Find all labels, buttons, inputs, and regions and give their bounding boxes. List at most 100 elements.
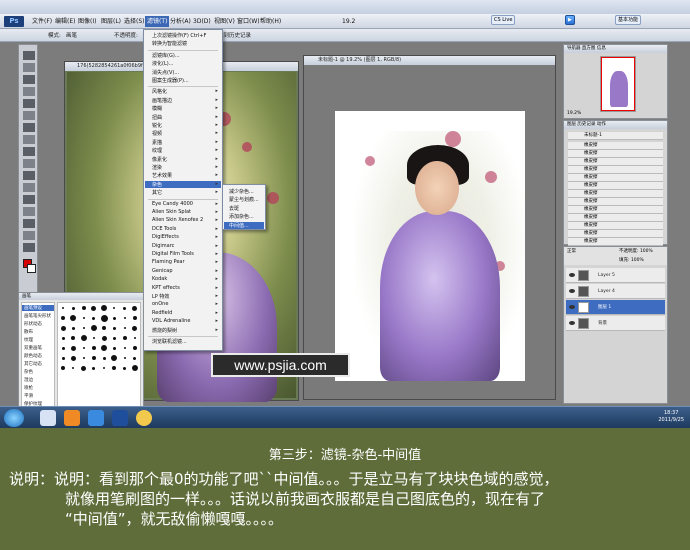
brush-preset-option[interactable]: 湿边 xyxy=(24,377,33,383)
browser-icon[interactable] xyxy=(88,410,104,426)
brush-tip-swatch[interactable] xyxy=(123,366,127,370)
brush-tip-swatch[interactable] xyxy=(123,317,126,319)
filter-menu-item[interactable]: 模糊 xyxy=(152,105,162,112)
filter-menu-item[interactable]: 转换为智能滤镜 xyxy=(152,40,187,47)
brush-tip-swatch[interactable] xyxy=(123,347,126,349)
history-state[interactable]: 橡皮擦 xyxy=(568,150,663,158)
eye-icon[interactable] xyxy=(569,305,575,309)
system-clock[interactable]: 18:37 2011/9/25 xyxy=(658,410,684,424)
brush-tip-swatch[interactable] xyxy=(113,307,116,309)
canvas[interactable] xyxy=(335,111,525,381)
brush-tool-icon[interactable] xyxy=(23,135,35,144)
brush-tip-swatch[interactable] xyxy=(132,305,138,311)
messenger-icon[interactable] xyxy=(136,410,152,426)
brush-preset-option[interactable]: 颜色动态 xyxy=(24,353,42,359)
filter-menu-item[interactable]: Redfield xyxy=(152,310,172,316)
history-state[interactable]: 橡皮擦 xyxy=(568,230,663,238)
brush-tip-swatch[interactable] xyxy=(123,357,126,359)
noise-submenu-item[interactable]: 去斑 xyxy=(229,205,239,212)
brush-tip-swatch[interactable] xyxy=(133,356,137,360)
brush-tip-swatch[interactable] xyxy=(102,326,107,330)
filter-menu-item[interactable]: 风格化 xyxy=(152,88,167,95)
brush-tip-swatch[interactable] xyxy=(82,357,85,359)
photoshop-taskbar-icon[interactable] xyxy=(112,410,128,426)
filter-menu-item[interactable]: Eye Candy 4000 xyxy=(152,201,193,207)
filter-menu-item[interactable]: Digimarc xyxy=(152,243,174,249)
history-state[interactable]: 橡皮擦 xyxy=(568,182,663,190)
eyedropper-tool-icon[interactable] xyxy=(23,111,35,120)
filter-menu-item[interactable]: KPT effects xyxy=(152,285,180,291)
view-box[interactable] xyxy=(601,57,635,111)
brush-preset-option[interactable]: 散布 xyxy=(24,329,33,335)
history-state[interactable]: 橡皮擦 xyxy=(568,190,663,198)
filter-menu-item[interactable]: DigiEffects xyxy=(152,234,179,240)
filter-menu-item[interactable]: Genicap xyxy=(152,268,173,274)
noise-submenu-item[interactable]: 减少杂色... xyxy=(229,188,254,195)
brush-tip-swatch[interactable] xyxy=(133,337,136,339)
brush-tip-swatch[interactable] xyxy=(61,336,65,340)
brush-tip-swatch[interactable] xyxy=(82,317,85,319)
stamp-tool-icon[interactable] xyxy=(23,147,35,156)
brush-tip-swatch[interactable] xyxy=(61,316,66,320)
menu-3d[interactable]: 3D(D) xyxy=(191,16,213,27)
brush-tip-swatch[interactable] xyxy=(103,367,106,369)
layer-fill[interactable]: 填充: 100% xyxy=(619,256,644,265)
brush-tip-swatch[interactable] xyxy=(102,356,106,360)
filter-menu-item[interactable]: 纹理 xyxy=(152,147,162,154)
menu-analysis[interactable]: 分析(A) xyxy=(168,16,193,27)
menu-view[interactable]: 视图(V) xyxy=(212,16,237,27)
brush-tip-swatch[interactable] xyxy=(81,365,87,371)
filter-menu-item[interactable]: 画笔描边 xyxy=(152,97,172,104)
noise-submenu-item[interactable]: 蒙尘与划痕... xyxy=(229,196,259,203)
dodge-tool-icon[interactable] xyxy=(23,195,35,204)
filter-menu-item[interactable]: 浏览联机滤镜... xyxy=(152,338,187,345)
filter-menu-item[interactable]: 液化(L)... xyxy=(152,60,173,67)
history-state[interactable]: 橡皮擦 xyxy=(568,214,663,222)
brush-tip-swatch[interactable] xyxy=(82,327,85,329)
background-color-swatch[interactable] xyxy=(27,264,36,273)
history-state[interactable]: 橡皮擦 xyxy=(568,142,663,150)
brush-preset-option[interactable]: 纹理 xyxy=(24,337,33,343)
history-brush-tool-icon[interactable] xyxy=(23,159,35,168)
menu-filter[interactable]: 滤镜(T) xyxy=(145,16,170,27)
brush-tip-swatch[interactable] xyxy=(70,345,76,351)
layer-row[interactable]: Layer 4 xyxy=(566,284,665,299)
history-state[interactable]: 橡皮擦 xyxy=(568,158,663,166)
noise-submenu-item[interactable]: 中间值... xyxy=(224,221,264,229)
filter-menu-item[interactable]: 渲染 xyxy=(152,164,162,171)
brush-tip-swatch[interactable] xyxy=(71,326,75,330)
filter-menu-item[interactable]: 艺术效果 xyxy=(152,172,172,179)
brush-tip-swatch[interactable] xyxy=(70,355,76,361)
brush-tip-swatch[interactable] xyxy=(100,314,108,322)
filter-menu-item[interactable]: 图案生成器(P)... xyxy=(152,77,189,84)
menu-image[interactable]: 图像(I) xyxy=(76,16,98,27)
brush-tip-swatch[interactable] xyxy=(81,306,86,310)
brush-tip-swatch[interactable] xyxy=(80,335,87,341)
navigator-tabs[interactable]: 导航器 直方图 信息 xyxy=(564,45,667,53)
zoom-readout[interactable]: 19.2 xyxy=(340,16,357,27)
eye-icon[interactable] xyxy=(569,321,575,325)
mode-select[interactable]: 画笔 xyxy=(66,31,77,39)
history-state[interactable]: 橡皮擦 xyxy=(568,238,663,246)
marquee-tool-icon[interactable] xyxy=(23,63,35,72)
layer-row[interactable]: Layer 5 xyxy=(566,268,665,283)
filter-menu-item[interactable]: 视频 xyxy=(152,130,162,137)
filter-menu-item[interactable]: Kodak xyxy=(152,276,167,282)
brush-tip-swatch[interactable] xyxy=(82,347,85,349)
media-player-icon[interactable] xyxy=(64,410,80,426)
explorer-icon[interactable] xyxy=(40,410,56,426)
menu-edit[interactable]: 编辑(E) xyxy=(53,16,77,27)
brush-preset-option[interactable]: 画笔笔尖形状 xyxy=(24,313,51,319)
filter-menu-item[interactable]: 锐化 xyxy=(152,122,162,129)
brush-tip-swatch[interactable] xyxy=(62,307,65,309)
brush-tip-swatch[interactable] xyxy=(101,335,107,341)
brush-tip-swatch[interactable] xyxy=(90,325,97,331)
brush-tip-swatch[interactable] xyxy=(72,367,75,369)
filter-menu-item[interactable]: 扭曲 xyxy=(152,114,162,121)
brush-tip-swatch[interactable] xyxy=(101,305,108,311)
type-tool-icon[interactable] xyxy=(23,219,35,228)
move-tool-icon[interactable] xyxy=(23,51,35,60)
filter-menu-item[interactable]: 滤镜库(G)... xyxy=(152,52,180,59)
brush-tip-swatch[interactable] xyxy=(132,325,138,331)
brush-tip-swatch[interactable] xyxy=(92,316,96,320)
